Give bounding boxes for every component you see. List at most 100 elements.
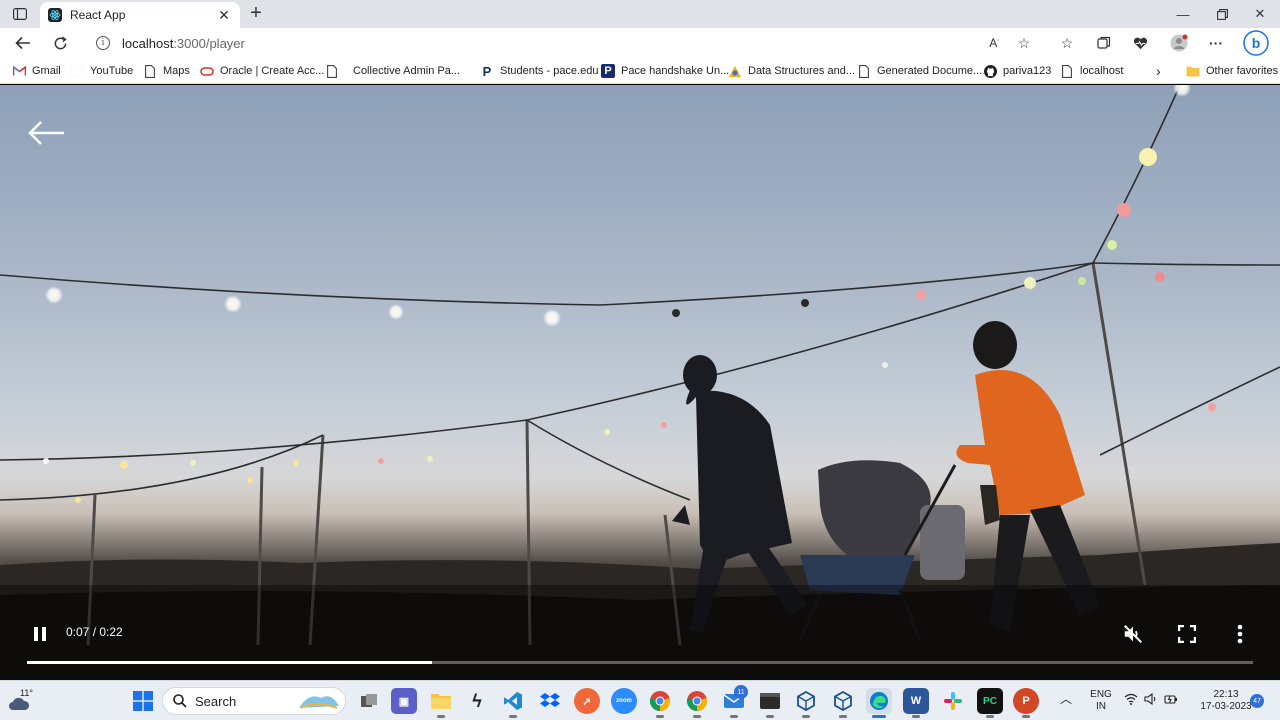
windows-icon	[133, 691, 153, 711]
bookmark-pace-handshake[interactable]: P Pace handshake Un...	[601, 62, 729, 80]
browser-essentials-icon[interactable]	[1129, 32, 1151, 54]
battery-icon[interactable]	[1164, 693, 1178, 709]
bookmark-localhost[interactable]: localhost	[1060, 62, 1123, 80]
search-highlight-icon	[299, 696, 339, 709]
bookmark-label: Pace handshake Un...	[621, 65, 730, 77]
favorites-icon[interactable]: ☆	[1056, 32, 1078, 54]
page-icon	[1060, 64, 1074, 78]
bing-copilot-icon[interactable]: b	[1243, 30, 1269, 56]
bookmark-youtube[interactable]: YouTube	[70, 62, 133, 80]
volume-icon[interactable]	[1144, 692, 1158, 709]
pace-icon: P	[601, 64, 615, 78]
virtualbox-vm-icon[interactable]	[830, 688, 856, 718]
task-view-icon[interactable]	[356, 688, 382, 714]
bookmark-github[interactable]: pariva123	[983, 62, 1051, 80]
bookmark-label: Maps	[163, 65, 190, 77]
pause-button[interactable]	[28, 623, 52, 645]
bookmark-oracle[interactable]: Oracle | Create Acc...	[200, 62, 324, 80]
clock[interactable]: 22:13 17-03-2023	[1200, 689, 1252, 713]
powerpoint-icon[interactable]: P	[1013, 688, 1039, 718]
bookmark-data-structures[interactable]: Data Structures and...	[728, 62, 855, 80]
notification-badge[interactable]: 47	[1250, 694, 1264, 708]
minimize-button[interactable]: —	[1164, 0, 1202, 28]
page-icon	[857, 64, 871, 78]
refresh-button[interactable]	[48, 32, 72, 54]
youtube-icon	[70, 64, 84, 78]
add-favorite-icon[interactable]: ☆	[1013, 32, 1035, 54]
bookmark-label: Data Structures and...	[748, 65, 855, 77]
start-button[interactable]	[130, 688, 156, 714]
chrome-profile-icon[interactable]	[684, 688, 710, 718]
oracle-icon	[200, 64, 214, 78]
bookmark-generated-docs[interactable]: Generated Docume...	[857, 62, 982, 80]
pause-icon	[34, 627, 46, 641]
progress-bar[interactable]	[27, 661, 1253, 664]
wifi-icon[interactable]	[1124, 693, 1138, 709]
refresh-icon	[54, 36, 67, 49]
bookmark-label: YouTube	[90, 65, 134, 77]
teams-chat-icon[interactable]: ▣	[391, 688, 417, 714]
tray-overflow-chevron-icon[interactable]: ︿	[1060, 693, 1072, 705]
page-icon	[143, 64, 157, 78]
mail-badge: 11	[734, 685, 748, 699]
slack-icon[interactable]	[940, 688, 966, 714]
bookmarks-overflow-chevron-icon[interactable]: ›	[1156, 62, 1161, 80]
more-options-icon[interactable]: ···	[1205, 32, 1227, 54]
language-indicator[interactable]: ENG IN	[1088, 689, 1114, 713]
collections-icon[interactable]	[1093, 32, 1115, 54]
word-icon[interactable]: W	[903, 688, 929, 718]
browser-toolbar: i localhost:3000/player Aʼ ☆ ☆ ··· b	[0, 28, 1280, 58]
pycharm-icon[interactable]: PC	[977, 688, 1003, 718]
postman-icon[interactable]: ➚	[574, 688, 600, 714]
react-icon	[48, 8, 62, 22]
back-arrow-icon	[28, 121, 64, 145]
volume-muted-icon	[1124, 625, 1142, 643]
terminal-icon[interactable]	[757, 688, 783, 718]
vscode-icon[interactable]	[500, 688, 526, 718]
fullscreen-button[interactable]	[1174, 621, 1200, 647]
zoom-icon[interactable]: zoom	[611, 688, 637, 714]
bookmark-collective-admin[interactable]: Collective Admin Pa...	[325, 62, 460, 80]
progress-fill	[27, 661, 432, 664]
ds-icon	[728, 64, 742, 78]
bookmark-maps[interactable]: Maps	[143, 62, 190, 80]
back-button[interactable]	[11, 32, 35, 54]
new-tab-button[interactable]: +	[246, 2, 266, 24]
mute-toggle-button[interactable]	[1120, 621, 1146, 647]
other-favorites[interactable]: Other favorites	[1186, 62, 1278, 80]
maximize-button[interactable]	[1203, 0, 1241, 28]
read-aloud-icon[interactable]: Aʼ	[983, 32, 1005, 54]
search-label: Search	[195, 693, 237, 709]
vertical-dots-icon	[1237, 624, 1243, 644]
tab-actions-button[interactable]	[10, 5, 30, 23]
bookmark-label: Generated Docume...	[877, 65, 983, 77]
lang-line1: ENG	[1090, 689, 1112, 700]
file-explorer-icon[interactable]	[428, 688, 454, 718]
more-options-button[interactable]	[1228, 621, 1252, 647]
page-icon	[325, 64, 339, 78]
active-tab[interactable]: React App ✕	[40, 2, 240, 28]
bookmark-label: Gmail	[32, 65, 61, 77]
time-display: 0:07 / 0:22	[66, 625, 123, 639]
lang-line2: IN	[1096, 701, 1106, 712]
video-player[interactable]: 0:07 / 0:22	[0, 85, 1280, 680]
profile-avatar[interactable]	[1168, 32, 1190, 54]
url-path: :3000/player	[173, 35, 245, 51]
chrome-icon[interactable]	[647, 688, 673, 718]
app-bolt-icon[interactable]: ϟ	[464, 688, 490, 714]
tab-title: React App	[70, 8, 126, 22]
weather-widget[interactable]: 11°	[8, 686, 36, 714]
virtualbox-icon[interactable]	[793, 688, 819, 718]
bookmark-gmail[interactable]: Gmail	[12, 62, 61, 80]
close-tab-icon[interactable]: ✕	[216, 7, 232, 24]
site-info-icon[interactable]: i	[96, 36, 110, 50]
back-button[interactable]	[26, 117, 66, 149]
dropbox-icon[interactable]	[537, 688, 563, 714]
video-frame	[0, 85, 1280, 680]
bookmark-students-pace[interactable]: P Students - pace.edu	[480, 62, 599, 80]
address-bar[interactable]: i localhost:3000/player	[84, 30, 1044, 56]
taskbar-search[interactable]: Search	[162, 687, 346, 715]
edge-icon[interactable]	[866, 688, 892, 718]
close-window-button[interactable]: ✕	[1241, 0, 1279, 28]
clock-time: 22:13	[1213, 689, 1239, 700]
